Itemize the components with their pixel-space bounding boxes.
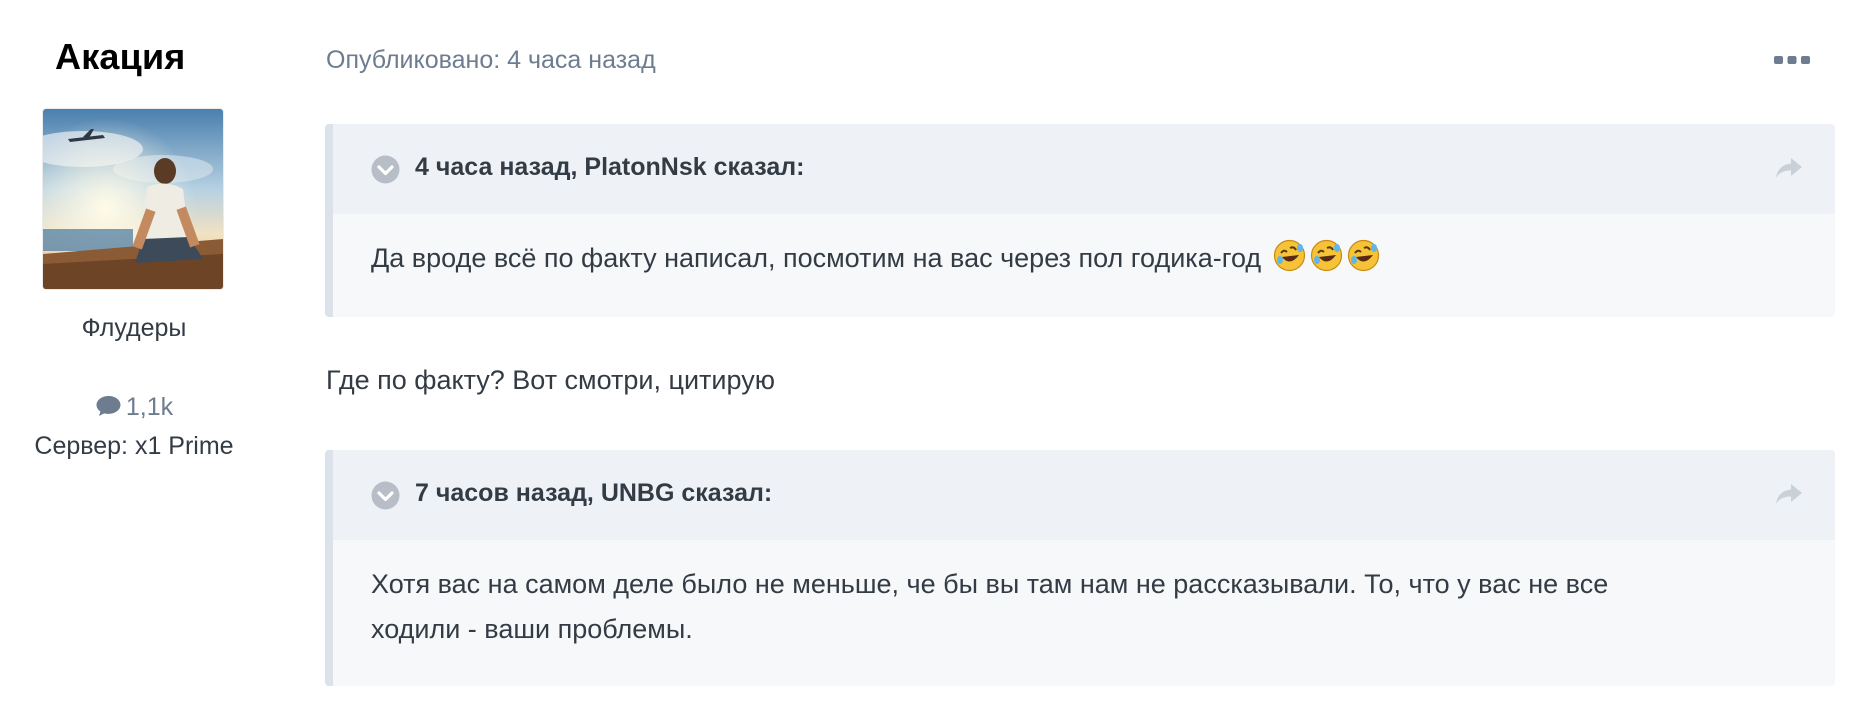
quote-block: 4 часа назад, PlatonNsk сказал: Да вроде… (325, 124, 1835, 317)
share-arrow-icon[interactable] (1775, 482, 1803, 506)
ellipsis-icon[interactable] (1772, 49, 1812, 71)
quote-text-line: Хотя вас на самом деле было не меньше, ч… (371, 569, 1609, 599)
post-timestamp[interactable]: Опубликовано: 4 часа назад (326, 46, 656, 75)
rofl-emoji-icon (1273, 239, 1305, 272)
forum-post: Акация Флудеры 1,1k Сервер: x1 Prime Опу… (0, 0, 1849, 716)
quote-citation[interactable]: 4 часа назад, PlatonNsk сказал: (415, 153, 804, 182)
avatar[interactable] (43, 109, 223, 289)
chevron-down-icon[interactable] (371, 155, 400, 184)
quote-citation[interactable]: 7 часов назад, UNBG сказал: (415, 479, 772, 508)
quote-text-line: ходили - ваши проблемы. (371, 614, 693, 644)
rofl-emoji-icon (1347, 239, 1379, 272)
post-count-value: 1,1k (125, 393, 174, 421)
author-group: Флудеры (81, 314, 187, 342)
post-reply-text: Где по факту? Вот смотри, цитирую (326, 365, 775, 395)
author-name[interactable]: Акация (55, 36, 186, 78)
quote-text: Да вроде всё по факту написал, посмотим … (333, 214, 1835, 281)
chevron-down-icon[interactable] (371, 481, 400, 510)
quote-text: Хотя вас на самом деле было не меньше, ч… (333, 540, 1835, 652)
chat-bubble-icon (96, 396, 121, 416)
share-arrow-icon[interactable] (1775, 156, 1803, 180)
rofl-emoji-icon (1310, 239, 1342, 272)
quote-text-content: Да вроде всё по факту написал, посмотим … (371, 243, 1262, 273)
author-server: Сервер: x1 Prime (34, 432, 234, 460)
quote-header: 7 часов назад, UNBG сказал: (333, 450, 1835, 540)
quote-block: 7 часов назад, UNBG сказал: Хотя вас на … (325, 450, 1835, 686)
author-post-count[interactable]: 1,1k (0, 393, 268, 422)
quote-header: 4 часа назад, PlatonNsk сказал: (333, 124, 1835, 214)
